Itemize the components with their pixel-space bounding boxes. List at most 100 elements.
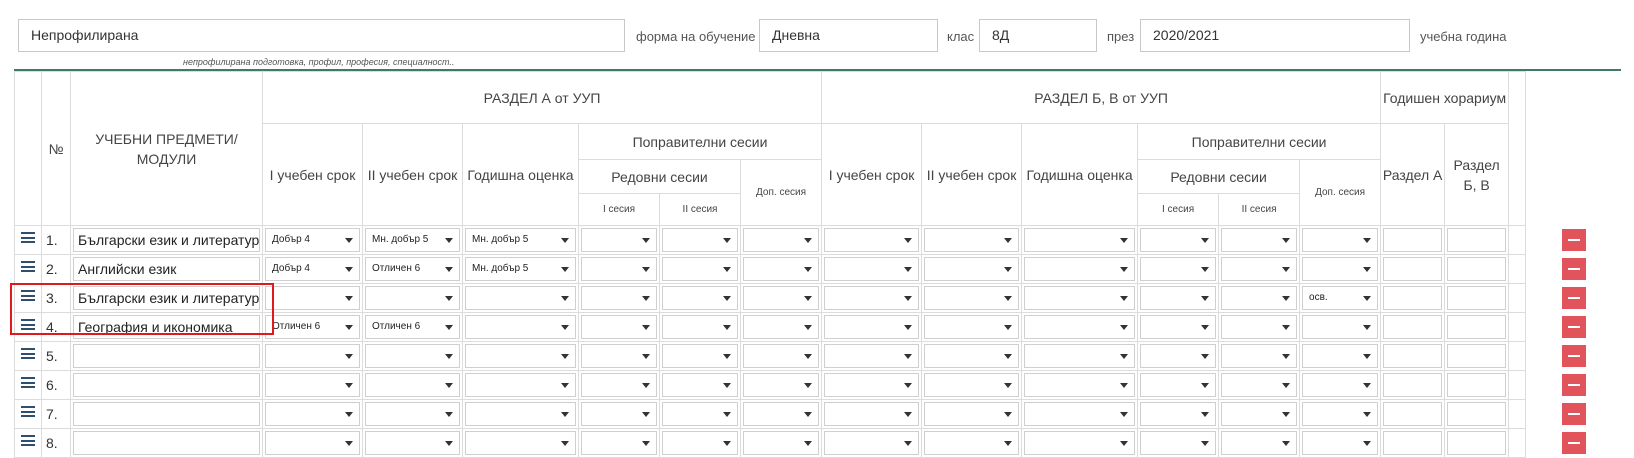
grade-select[interactable] xyxy=(265,431,360,455)
grade-select[interactable] xyxy=(265,402,360,426)
form-input[interactable]: Дневна xyxy=(759,19,938,52)
profile-input[interactable]: Непрофилирана xyxy=(18,19,625,52)
grade-select[interactable] xyxy=(662,257,738,281)
subject-input[interactable]: Български език и литература xyxy=(73,228,260,252)
grade-select[interactable] xyxy=(824,315,920,339)
hours-a-input[interactable] xyxy=(1383,373,1443,397)
grade-select[interactable] xyxy=(662,402,738,426)
grade-select[interactable] xyxy=(743,286,820,310)
hours-bv-input[interactable] xyxy=(1447,257,1507,281)
grade-select[interactable] xyxy=(924,228,1020,252)
grade-select[interactable] xyxy=(265,286,360,310)
year-input[interactable]: 2020/2021 xyxy=(1140,19,1410,52)
delete-row-button[interactable] xyxy=(1561,432,1586,454)
hours-a-input[interactable] xyxy=(1383,228,1443,252)
grade-select[interactable] xyxy=(1221,286,1298,310)
grade-select[interactable] xyxy=(1302,315,1379,339)
grade-select[interactable] xyxy=(1140,286,1217,310)
hours-bv-input[interactable] xyxy=(1447,315,1507,339)
hours-a-input[interactable] xyxy=(1383,315,1443,339)
drag-handle-icon[interactable] xyxy=(14,312,42,342)
grade-select[interactable] xyxy=(465,373,576,397)
grade-select[interactable] xyxy=(1024,286,1136,310)
grade-select[interactable] xyxy=(824,286,920,310)
grade-select[interactable] xyxy=(1221,431,1298,455)
grade-select[interactable] xyxy=(1302,228,1379,252)
grade-select[interactable] xyxy=(824,402,920,426)
grade-select[interactable] xyxy=(1024,344,1136,368)
grade-select[interactable] xyxy=(1221,373,1298,397)
delete-row-button[interactable] xyxy=(1561,316,1586,338)
subject-input[interactable] xyxy=(73,373,260,397)
delete-row-button[interactable] xyxy=(1561,229,1586,251)
grade-select[interactable] xyxy=(581,286,657,310)
drag-handle-icon[interactable] xyxy=(14,428,42,458)
grade-select[interactable] xyxy=(743,344,820,368)
grade-select[interactable] xyxy=(465,431,576,455)
grade-select[interactable] xyxy=(824,373,920,397)
grade-select[interactable] xyxy=(581,402,657,426)
grade-select[interactable] xyxy=(365,373,460,397)
hours-a-input[interactable] xyxy=(1383,286,1443,310)
grade-select[interactable] xyxy=(743,228,820,252)
subject-input[interactable]: Български език и литература xyxy=(73,286,260,310)
grade-select[interactable] xyxy=(581,373,657,397)
grade-select[interactable] xyxy=(1302,257,1379,281)
grade-select[interactable] xyxy=(1140,402,1217,426)
drag-handle-icon[interactable] xyxy=(14,370,42,400)
grade-select[interactable] xyxy=(1221,402,1298,426)
delete-row-button[interactable] xyxy=(1561,258,1586,280)
grade-select[interactable] xyxy=(581,344,657,368)
grade-select[interactable] xyxy=(365,344,460,368)
grade-select[interactable]: Добър 4 xyxy=(265,228,360,252)
grade-select[interactable] xyxy=(1140,257,1217,281)
delete-row-button[interactable] xyxy=(1561,374,1586,396)
grade-select[interactable] xyxy=(924,315,1020,339)
grade-select[interactable]: Отличен 6 xyxy=(365,315,460,339)
grade-select[interactable] xyxy=(1140,344,1217,368)
hours-a-input[interactable] xyxy=(1383,344,1443,368)
grade-select[interactable] xyxy=(824,344,920,368)
grade-select[interactable] xyxy=(465,286,576,310)
grade-select[interactable] xyxy=(1024,402,1136,426)
grade-select[interactable] xyxy=(662,228,738,252)
class-input[interactable]: 8Д xyxy=(979,19,1097,52)
grade-select[interactable] xyxy=(824,257,920,281)
grade-select[interactable]: Добър 4 xyxy=(265,257,360,281)
grade-select[interactable] xyxy=(1221,228,1298,252)
grade-select[interactable] xyxy=(265,344,360,368)
grade-select[interactable] xyxy=(365,431,460,455)
grade-select[interactable] xyxy=(581,315,657,339)
grade-select[interactable] xyxy=(924,257,1020,281)
grade-select[interactable] xyxy=(743,402,820,426)
grade-select[interactable]: осв. xyxy=(1302,286,1379,310)
grade-select[interactable] xyxy=(662,286,738,310)
grade-select[interactable] xyxy=(1140,373,1217,397)
delete-row-button[interactable] xyxy=(1561,403,1586,425)
grade-select[interactable]: Мн. добър 5 xyxy=(465,228,576,252)
grade-select[interactable]: Мн. добър 5 xyxy=(365,228,460,252)
delete-row-button[interactable] xyxy=(1561,287,1586,309)
grade-select[interactable] xyxy=(465,402,576,426)
grade-select[interactable] xyxy=(1221,257,1298,281)
grade-select[interactable] xyxy=(365,286,460,310)
grade-select[interactable] xyxy=(1024,431,1136,455)
grade-select[interactable] xyxy=(743,373,820,397)
grade-select[interactable] xyxy=(1302,344,1379,368)
grade-select[interactable] xyxy=(924,402,1020,426)
grade-select[interactable] xyxy=(1140,315,1217,339)
subject-input[interactable] xyxy=(73,344,260,368)
delete-row-button[interactable] xyxy=(1561,345,1586,367)
grade-select[interactable] xyxy=(1024,315,1136,339)
grade-select[interactable]: Отличен 6 xyxy=(365,257,460,281)
hours-bv-input[interactable] xyxy=(1447,402,1507,426)
hours-a-input[interactable] xyxy=(1383,257,1443,281)
grade-select[interactable] xyxy=(265,373,360,397)
grade-select[interactable]: Отличен 6 xyxy=(265,315,360,339)
grade-select[interactable] xyxy=(581,228,657,252)
grade-select[interactable] xyxy=(924,286,1020,310)
grade-select[interactable] xyxy=(662,344,738,368)
subject-input[interactable]: Английски език xyxy=(73,257,260,281)
grade-select[interactable] xyxy=(824,228,920,252)
subject-input[interactable] xyxy=(73,431,260,455)
